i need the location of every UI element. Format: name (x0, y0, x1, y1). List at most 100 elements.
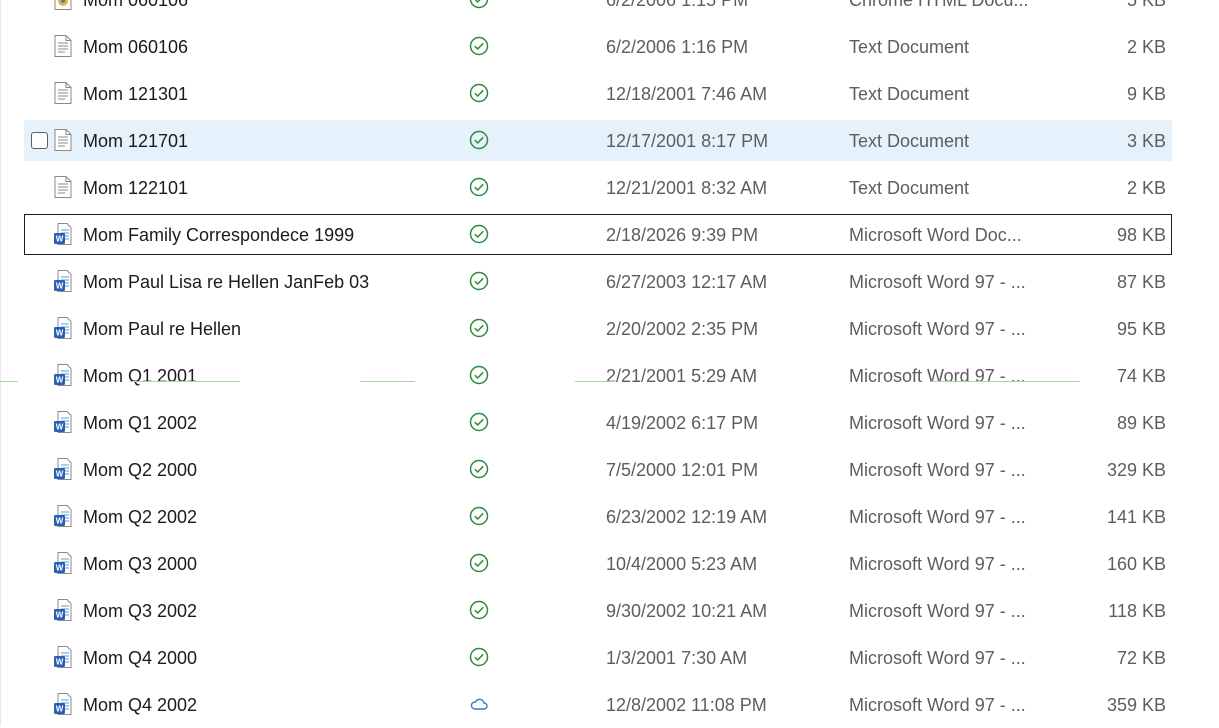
file-type: Text Document (849, 84, 970, 104)
file-type: Microsoft Word 97 - ... (849, 695, 1026, 715)
synced-check-icon (469, 271, 489, 291)
synced-check-icon (469, 83, 489, 103)
file-date: 4/19/2002 6:17 PM (606, 413, 759, 433)
word-document-icon: W (54, 693, 72, 715)
file-size: 3 KB (1126, 131, 1166, 151)
file-date: 6/2/2006 1:16 PM (606, 37, 749, 57)
file-type: Chrome HTML Docu... (849, 0, 1029, 10)
list-item[interactable]: W Mom Q3 2000 10/4/2000 5:23 AM Microsof… (0, 540, 1219, 587)
list-item[interactable]: W Mom Family Correspondece 1999 2/18/202… (0, 211, 1219, 258)
render-artifact (0, 381, 1100, 383)
file-name: Mom 122101 (83, 178, 189, 198)
row-highlight (24, 26, 1172, 67)
text-document-icon (54, 82, 72, 104)
file-name: Mom 121701 (83, 131, 189, 151)
text-document-icon (54, 35, 72, 57)
file-size: 2 KB (1126, 37, 1166, 57)
synced-check-icon (469, 459, 489, 479)
list-item[interactable]: W Mom Paul re Hellen 2/20/2002 2:35 PM M… (0, 305, 1219, 352)
file-type: Microsoft Word 97 - ... (849, 366, 1026, 386)
file-date: 12/17/2001 8:17 PM (606, 131, 769, 151)
file-name: Mom Family Correspondece 1999 (83, 225, 355, 245)
word-document-icon: W (54, 223, 72, 245)
file-name: Mom Paul re Hellen (83, 319, 242, 339)
file-type: Microsoft Word 97 - ... (849, 507, 1026, 527)
file-size: 359 KB (1106, 695, 1166, 715)
svg-text:W: W (56, 329, 64, 338)
row-highlight (24, 167, 1172, 208)
file-type: Microsoft Word 97 - ... (849, 648, 1026, 668)
row-highlight (24, 73, 1172, 114)
synced-check-icon (469, 412, 489, 432)
list-item[interactable]: W Mom Q1 2002 4/19/2002 6:17 PM Microsof… (0, 399, 1219, 446)
svg-text:W: W (56, 470, 64, 479)
svg-text:W: W (56, 282, 64, 291)
list-item[interactable]: Mom 122101 12/21/2001 8:32 AM Text Docum… (0, 164, 1219, 211)
list-item[interactable]: Mom 121301 12/18/2001 7:46 AM Text Docum… (0, 70, 1219, 117)
file-type: Text Document (849, 178, 970, 198)
file-name: Mom Q4 2002 (83, 695, 198, 715)
svg-text:W: W (56, 611, 64, 620)
file-name: Mom 121301 (83, 84, 189, 104)
file-date: 9/30/2002 10:21 AM (606, 601, 768, 621)
svg-text:W: W (56, 705, 64, 714)
file-name: Mom Q4 2000 (83, 648, 198, 668)
file-name: Mom 060106 (83, 0, 189, 10)
file-name: Mom 060106 (83, 37, 189, 57)
file-type: Microsoft Word 97 - ... (849, 319, 1026, 339)
file-size: 74 KB (1116, 366, 1166, 386)
file-size: 118 KB (1108, 601, 1166, 621)
select-checkbox[interactable] (31, 132, 48, 149)
list-item[interactable]: Mom 060106 6/2/2006 1:16 PM Text Documen… (0, 23, 1219, 70)
file-name: Mom Q3 2002 (83, 601, 198, 621)
file-type: Microsoft Word 97 - ... (849, 272, 1026, 292)
file-date: 1/3/2001 7:30 AM (606, 648, 748, 668)
file-name: Mom Q3 2000 (83, 554, 198, 574)
svg-text:W: W (56, 658, 64, 667)
file-size: 160 KB (1106, 554, 1166, 574)
svg-text:W: W (56, 423, 64, 432)
list-item[interactable]: W Mom Q4 2000 1/3/2001 7:30 AM Microsoft… (0, 634, 1219, 681)
svg-text:W: W (56, 235, 64, 244)
synced-check-icon (469, 224, 489, 244)
file-size: 89 KB (1116, 413, 1166, 433)
list-item[interactable]: W Mom Q3 2002 9/30/2002 10:21 AM Microso… (0, 587, 1219, 634)
file-date: 10/4/2000 5:23 AM (606, 554, 758, 574)
list-item[interactable]: W Mom Q2 2000 7/5/2000 12:01 PM Microsof… (0, 446, 1219, 493)
list-item[interactable]: Mom 060106 6/2/2006 1:15 PM Chrome HTML … (0, 0, 1219, 23)
word-document-icon: W (54, 411, 72, 433)
file-size: 98 KB (1116, 225, 1166, 245)
file-size: 141 KB (1106, 507, 1166, 527)
row-highlight (24, 120, 1172, 161)
synced-check-icon (469, 647, 489, 667)
word-document-icon: W (54, 552, 72, 574)
list-item[interactable]: W Mom Paul Lisa re Hellen JanFeb 03 6/27… (0, 258, 1219, 305)
file-name: Mom Paul Lisa re Hellen JanFeb 03 (83, 272, 370, 292)
file-date: 7/5/2000 12:01 PM (606, 460, 759, 480)
chrome-html-document-icon (54, 0, 72, 10)
svg-text:W: W (56, 376, 64, 385)
file-type: Text Document (849, 131, 970, 151)
file-type: Microsoft Word 97 - ... (849, 554, 1026, 574)
file-date: 12/8/2002 11:08 PM (606, 695, 767, 715)
file-size: 9 KB (1126, 84, 1166, 104)
text-document-icon (54, 129, 72, 151)
list-item[interactable]: W Mom Q1 2001 2/21/2001 5:29 AM Microsof… (0, 352, 1219, 399)
list-item[interactable]: W Mom Q2 2002 6/23/2002 12:19 AM Microso… (0, 493, 1219, 540)
list-item[interactable]: Mom 121701 12/17/2001 8:17 PM Text Docum… (0, 117, 1219, 164)
list-item[interactable]: W Mom Q4 2002 12/8/2002 11:08 PM Microso… (0, 681, 1219, 728)
file-size: 95 KB (1116, 319, 1166, 339)
file-size: 2 KB (1126, 178, 1166, 198)
file-size: 87 KB (1116, 272, 1166, 292)
cloud-only-icon (469, 694, 489, 714)
file-date: 2/18/2026 9:39 PM (606, 225, 759, 245)
file-type: Microsoft Word 97 - ... (849, 601, 1026, 621)
svg-text:W: W (56, 517, 64, 526)
file-name: Mom Q1 2002 (83, 413, 198, 433)
word-document-icon: W (54, 317, 72, 339)
word-document-icon: W (54, 270, 72, 292)
file-date: 6/23/2002 12:19 AM (606, 507, 768, 527)
word-document-icon: W (54, 599, 72, 621)
file-type: Microsoft Word 97 - ... (849, 413, 1026, 433)
word-document-icon: W (54, 646, 72, 668)
